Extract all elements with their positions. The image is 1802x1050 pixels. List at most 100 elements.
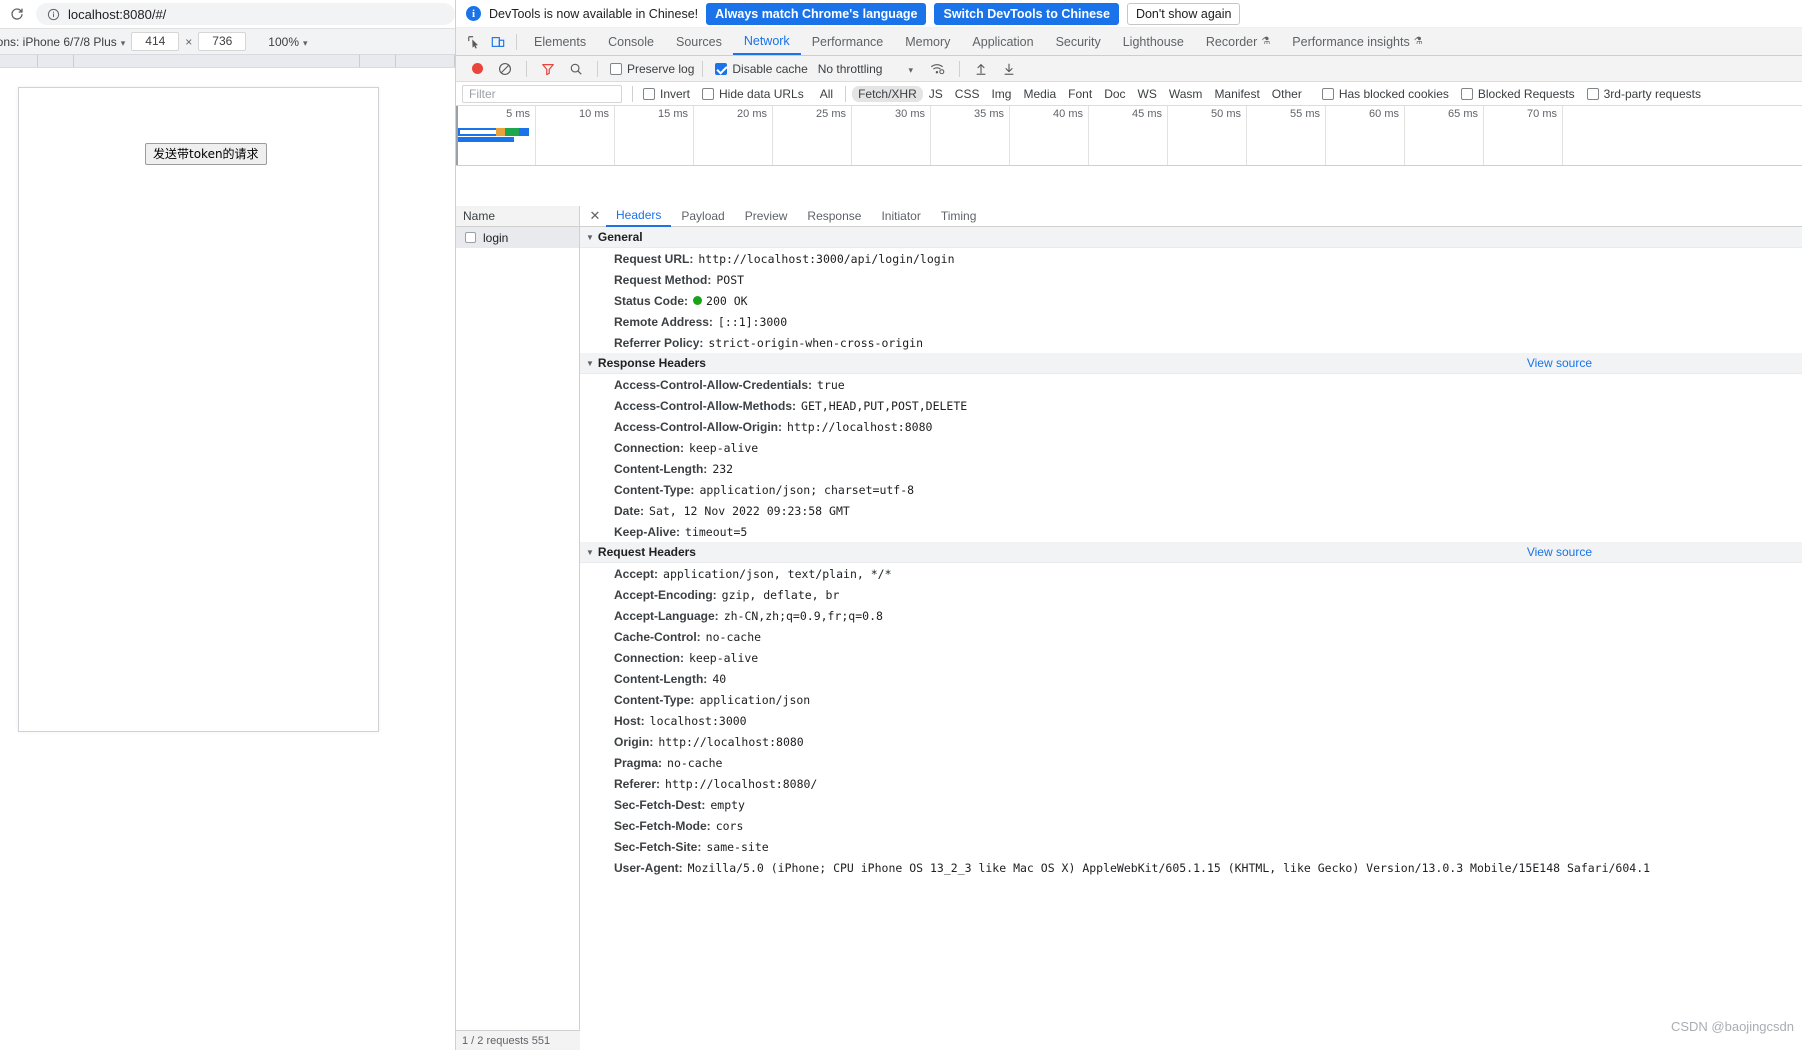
table-row[interactable]: login [456, 227, 579, 248]
hide-data-urls-checkbox[interactable]: Hide data URLs [702, 87, 804, 101]
close-icon[interactable]: ✕ [584, 206, 606, 226]
header-row: Content-Length: 232 [580, 458, 1802, 479]
tab-headers[interactable]: Headers [606, 206, 672, 227]
tab-payload[interactable]: Payload [671, 206, 734, 227]
third-party-requests-checkbox[interactable]: 3rd-party requests [1586, 87, 1701, 101]
clear-icon[interactable] [492, 58, 518, 80]
tab-response[interactable]: Response [797, 206, 871, 227]
filter-type-ws[interactable]: WS [1132, 86, 1163, 102]
tab-security[interactable]: Security [1045, 28, 1112, 55]
tab-recorder[interactable]: Recorder ⚗ [1195, 28, 1281, 55]
filter-type-font[interactable]: Font [1062, 86, 1098, 102]
has-blocked-cookies-label: Has blocked cookies [1338, 86, 1449, 101]
header-value: keep-alive [689, 440, 759, 455]
header-value: same-site [706, 839, 769, 854]
record-button[interactable] [464, 58, 490, 80]
tab-console[interactable]: Console [597, 28, 665, 55]
overview-request-bar-wait [496, 128, 505, 136]
section-header-request-headers[interactable]: ▼ Request Headers View source [580, 542, 1802, 563]
blocked-requests-label: Blocked Requests [1477, 86, 1575, 101]
header-row: Access-Control-Allow-Credentials: true [580, 374, 1802, 395]
invert-checkbox[interactable]: Invert [643, 87, 690, 101]
dont-show-again-button[interactable]: Don't show again [1126, 2, 1241, 25]
header-value: strict-origin-when-cross-origin [708, 335, 924, 350]
overview-tick-label: 60 ms [1369, 108, 1399, 120]
disable-cache-checkbox[interactable]: Disable cache [715, 62, 808, 76]
checkbox-box [1586, 87, 1599, 100]
overview-tick-label: 50 ms [1211, 108, 1241, 120]
has-blocked-cookies-checkbox[interactable]: Has blocked cookies [1321, 86, 1449, 101]
preserve-log-checkbox[interactable]: Preserve log [610, 62, 694, 76]
filter-type-other[interactable]: Other [1266, 86, 1308, 102]
view-source-link[interactable]: View source [1527, 356, 1592, 370]
tab-performance-insights[interactable]: Performance insights ⚗ [1281, 28, 1433, 55]
hide-data-urls-label: Hide data URLs [719, 86, 804, 101]
tab-memory[interactable]: Memory [894, 28, 961, 55]
tab-lighthouse[interactable]: Lighthouse [1112, 28, 1195, 55]
address-bar[interactable]: localhost:8080/#/ [36, 3, 455, 25]
notice-text: DevTools is now available in Chinese! [489, 6, 699, 21]
tab-sources[interactable]: Sources [665, 28, 733, 55]
tab-network[interactable]: Network [732, 28, 801, 55]
section-header-general[interactable]: ▼ General [580, 227, 1802, 248]
tab-initiator[interactable]: Initiator [871, 206, 930, 227]
tab-application[interactable]: Application [961, 28, 1044, 55]
header-key: Access-Control-Allow-Methods: [614, 398, 797, 413]
header-value: gzip, deflate, br [721, 587, 840, 602]
tab-preview[interactable]: Preview [735, 206, 798, 227]
site-info-icon[interactable] [46, 7, 60, 21]
import-har-icon[interactable] [968, 58, 994, 80]
filter-type-all[interactable]: All [814, 86, 839, 102]
filter-type-css[interactable]: CSS [949, 86, 986, 102]
filter-type-img[interactable]: Img [985, 86, 1017, 102]
header-row: Status Code: 200 OK [580, 290, 1802, 311]
zoom-select[interactable]: 100% ▾ [268, 35, 307, 49]
overview-tick-label: 10 ms [579, 108, 609, 120]
blocked-requests-checkbox[interactable]: Blocked Requests [1460, 86, 1575, 101]
chevron-down-icon: ▼ [586, 358, 594, 368]
section-header-response-headers[interactable]: ▼ Response Headers View source [580, 353, 1802, 374]
filter-type-media[interactable]: Media [1017, 86, 1062, 102]
requests-column-header[interactable]: Name [456, 206, 579, 227]
switch-to-chinese-button[interactable]: Switch DevTools to Chinese [934, 2, 1119, 25]
device-toolbar-icon[interactable] [486, 31, 510, 53]
devtools-language-notice: i DevTools is now available in Chinese! … [456, 0, 1802, 28]
filter-type-doc[interactable]: Doc [1098, 86, 1131, 102]
view-source-link[interactable]: View source [1527, 545, 1592, 559]
filter-type-manifest[interactable]: Manifest [1208, 86, 1265, 102]
throttling-select[interactable]: No throttling ▾ [818, 62, 913, 76]
always-match-language-button[interactable]: Always match Chrome's language [706, 2, 927, 25]
filter-icon[interactable] [535, 58, 561, 80]
filter-type-js[interactable]: JS [923, 86, 949, 102]
search-icon[interactable] [563, 58, 589, 80]
filter-type-wasm[interactable]: Wasm [1163, 86, 1209, 102]
network-conditions-icon[interactable] [925, 58, 951, 80]
device-select[interactable]: ions: iPhone 6/7/8 Plus ▾ [0, 35, 125, 49]
device-width-input[interactable]: 414 [131, 32, 180, 51]
reload-icon[interactable] [6, 3, 28, 25]
header-value: 200 OK [693, 294, 748, 308]
request-detail-tabs: ✕ Headers Payload Preview Response Initi… [580, 206, 1802, 227]
requests-summary: 1 / 2 requests 551 [456, 1030, 580, 1050]
header-value: zh-CN,zh;q=0.9,fr;q=0.8 [723, 608, 883, 623]
tab-timing[interactable]: Timing [931, 206, 987, 227]
tab-elements[interactable]: Elements [523, 28, 597, 55]
network-overview-timeline[interactable]: 5 ms 10 ms 15 ms 20 ms 25 ms 30 ms 35 ms… [456, 106, 1802, 166]
device-height-input[interactable]: 736 [198, 32, 247, 51]
toolbar-divider [526, 60, 527, 77]
overview-tick-label: 25 ms [816, 108, 846, 120]
inspect-icon[interactable] [462, 31, 486, 53]
filter-type-fetch-xhr[interactable]: Fetch/XHR [852, 85, 923, 102]
headers-content: ▼ General Request URL: http://localhost:… [580, 227, 1802, 1050]
header-value: GET,HEAD,PUT,POST,DELETE [801, 398, 968, 413]
header-key: Connection: [614, 440, 684, 455]
filter-input[interactable]: Filter [462, 84, 622, 103]
overview-total-bar [458, 137, 514, 142]
header-row: Date: Sat, 12 Nov 2022 09:23:58 GMT [580, 500, 1802, 521]
tab-performance[interactable]: Performance [801, 28, 895, 55]
request-checkbox-icon[interactable] [465, 232, 476, 243]
send-token-request-button[interactable]: 发送带token的请求 [145, 143, 267, 165]
overview-tick-label: 70 ms [1527, 108, 1557, 120]
export-har-icon[interactable] [996, 58, 1022, 80]
toolbar-divider [702, 60, 704, 77]
